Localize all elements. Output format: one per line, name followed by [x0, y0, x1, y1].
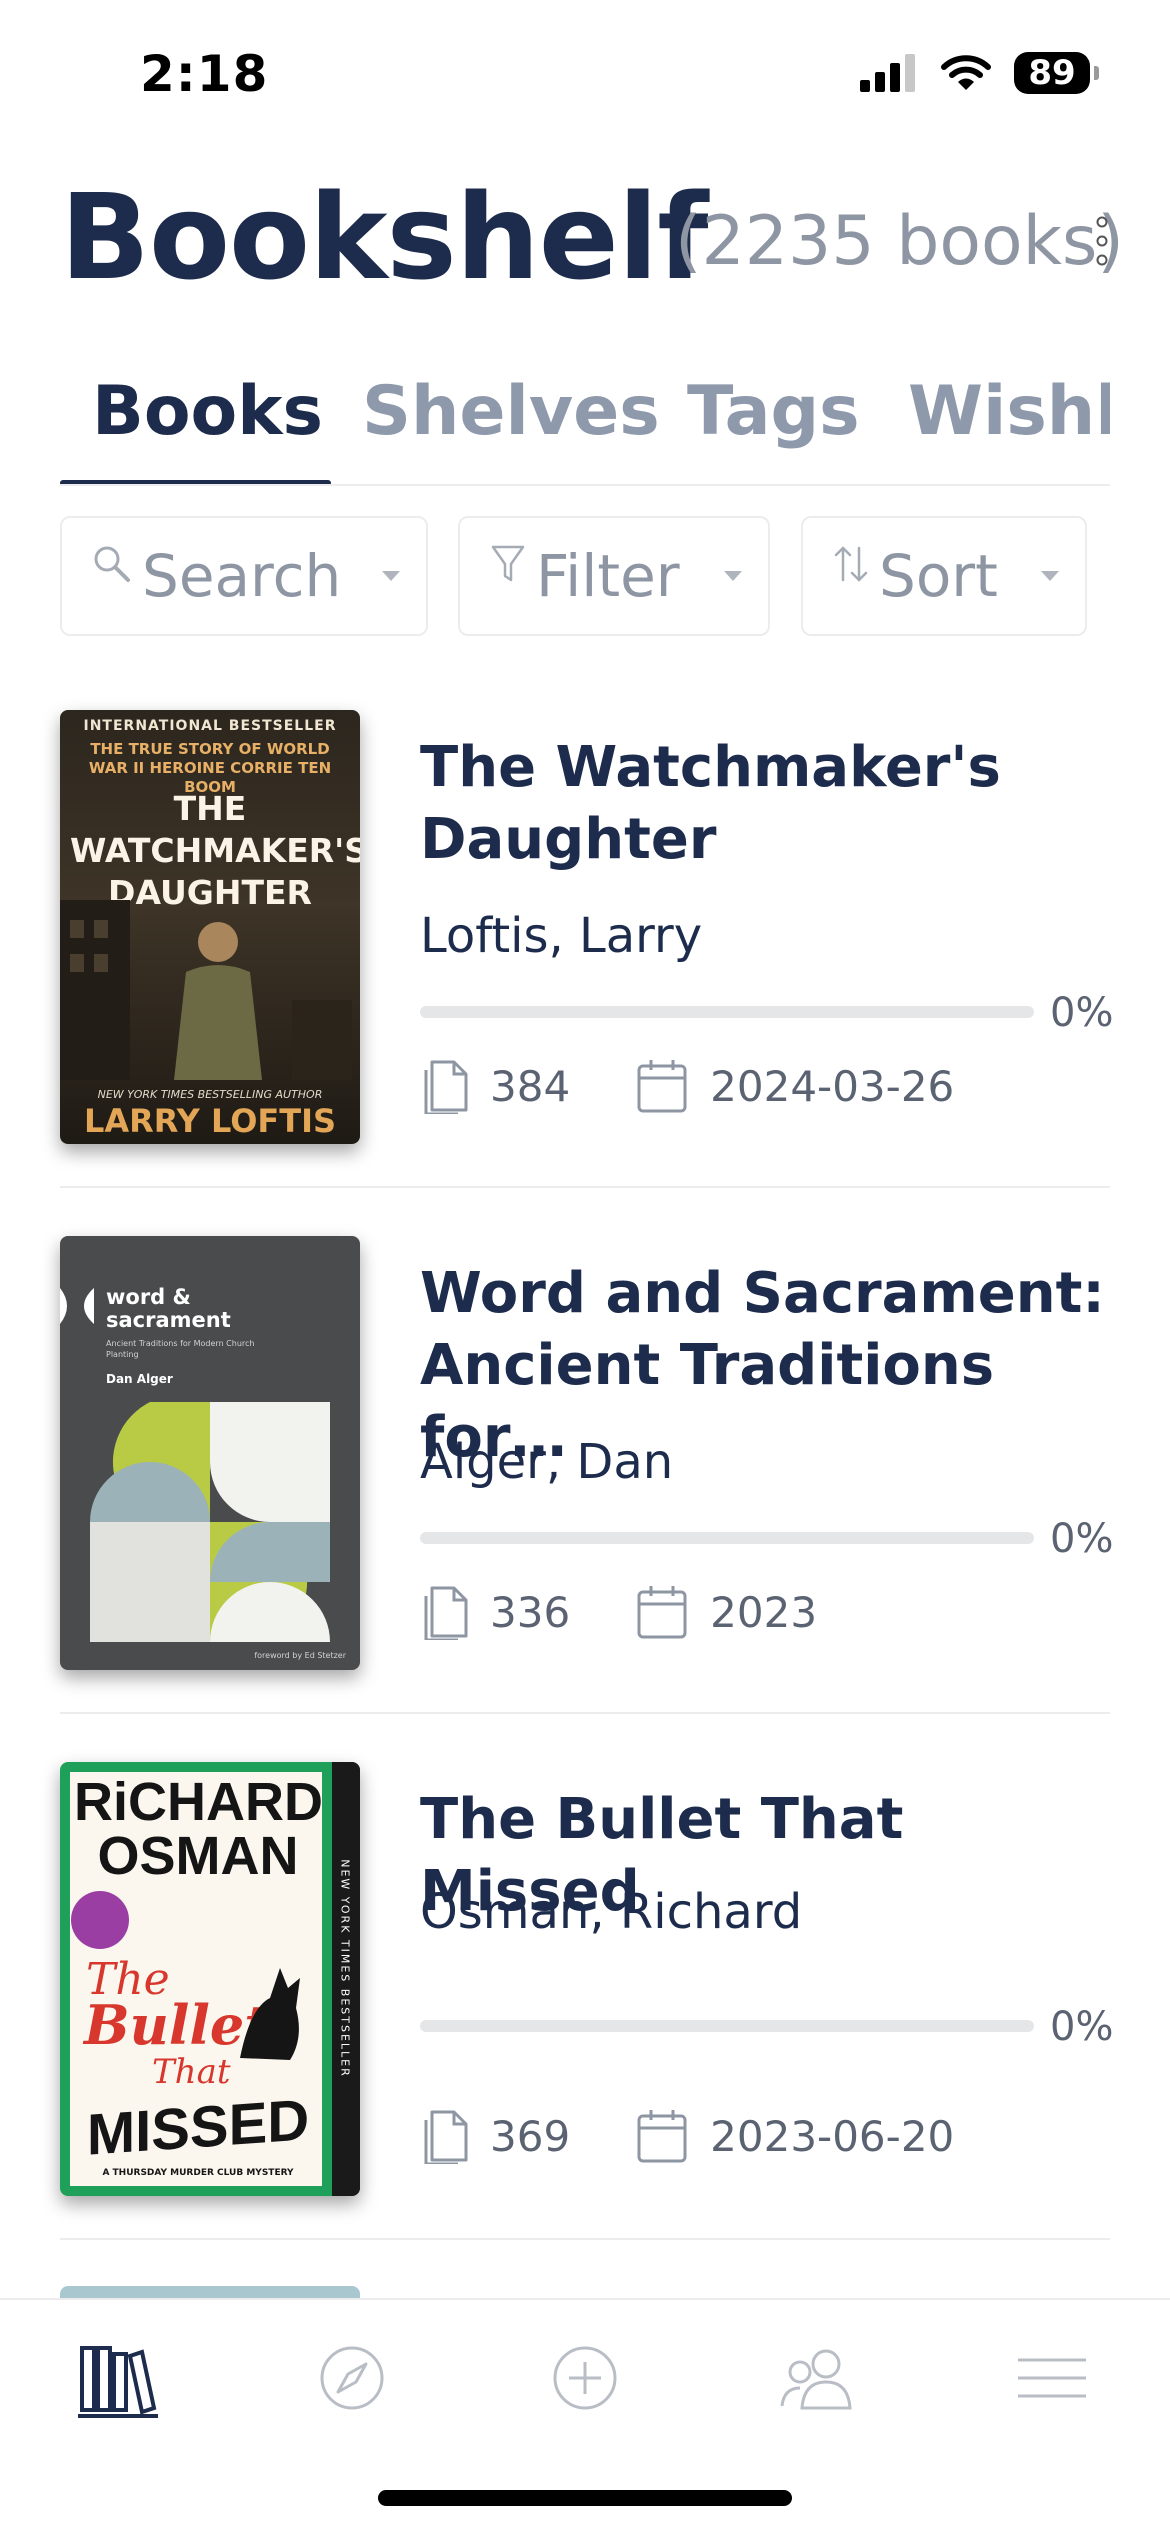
filter-icon: [491, 545, 525, 582]
cover-title-line3: That: [152, 2052, 231, 2092]
cover-illustration: [60, 900, 352, 1080]
status-time: 2:18: [140, 45, 269, 103]
cellular-signal-icon: [860, 54, 915, 92]
sort-label: Sort: [879, 542, 998, 610]
cover-top-line: INTERNATIONAL BESTSELLER: [83, 718, 337, 734]
search-icon: [94, 546, 130, 582]
cover-logo: [60, 1288, 94, 1324]
progress-bar: [420, 1006, 1034, 1018]
page-count: 384: [490, 1061, 571, 1111]
cover-series: A THURSDAY MURDER CLUB MYSTERY: [102, 2168, 294, 2178]
cover-author: LARRY LOFTIS: [83, 1102, 337, 1140]
menu-icon[interactable]: [1010, 2336, 1094, 2420]
status-icons: 89: [860, 52, 1099, 94]
cover-foreword: foreword by Ed Stetzer: [254, 1651, 346, 1660]
more-vertical-icon[interactable]: [1096, 216, 1108, 266]
book-cover[interactable]: NEW YORK TIMES BESTSELLER RiCHARD OSMAN …: [60, 1762, 360, 2196]
page-count: 336: [490, 1587, 571, 1637]
active-tab-indicator: [60, 480, 331, 484]
compass-icon[interactable]: [310, 2336, 394, 2420]
cover-title: word & sacrament: [106, 1285, 231, 1332]
book-author: Loftis, Larry: [420, 908, 703, 964]
cover-badge: [71, 1891, 129, 1949]
cover-fox-illustration: [240, 1968, 300, 2060]
cover-author-line2: OSMAN: [97, 1826, 299, 1886]
sort-icon: [834, 546, 868, 582]
cover-author-line1: RiCHARD: [74, 1772, 323, 1832]
list-item[interactable]: word & sacrament Ancient Traditions for …: [60, 1186, 1114, 1714]
filter-button[interactable]: Filter: [458, 516, 770, 636]
book-date: 2024-03-26: [710, 1061, 955, 1111]
book-date: 2023: [710, 1587, 818, 1637]
calendar-icon: [637, 1060, 687, 1113]
tab-shelves[interactable]: Shelves: [362, 372, 660, 451]
chevron-down-icon: [724, 571, 742, 581]
battery-indicator: 89: [1014, 52, 1099, 94]
book-title[interactable]: The Watchmaker's Daughter: [420, 732, 1120, 876]
cover-pattern: [90, 1402, 330, 1642]
page-title: Bookshelf: [60, 168, 709, 306]
book-meta: 369 2023-06-20: [420, 2108, 954, 2164]
book-count: (2235 books): [675, 202, 1124, 281]
filter-label: Filter: [536, 542, 680, 610]
search-button[interactable]: Search: [60, 516, 428, 636]
chevron-down-icon: [1041, 571, 1059, 581]
search-label: Search: [142, 542, 342, 610]
list-item[interactable]: NEW YORK TIMES BESTSELLER RiCHARD OSMAN …: [60, 1712, 1114, 2240]
wifi-icon: [941, 55, 991, 90]
tab-books[interactable]: Books: [92, 372, 323, 451]
book-meta: 336 2023: [420, 1584, 817, 1640]
cover-subtitle: Ancient Traditions for Modern Church Pla…: [106, 1339, 255, 1359]
add-circle-icon[interactable]: [543, 2336, 627, 2420]
book-meta: 384 2024-03-26: [420, 1058, 954, 1114]
progress-label: 0%: [1050, 1516, 1114, 1562]
calendar-icon: [637, 2110, 687, 2163]
calendar-icon: [637, 1586, 687, 1639]
home-indicator: [378, 2490, 792, 2506]
tab-tags[interactable]: Tags: [687, 372, 860, 451]
book-author: Osman, Richard: [420, 1884, 803, 1940]
book-date: 2023-06-20: [710, 2111, 955, 2161]
page-count-icon: [424, 2110, 468, 2164]
book-cover[interactable]: word & sacrament Ancient Traditions for …: [60, 1236, 360, 1670]
library-icon[interactable]: [76, 2336, 160, 2420]
cover-spine: NEW YORK TIMES BESTSELLER: [338, 1859, 352, 2078]
page-count: 369: [490, 2111, 571, 2161]
progress-label: 0%: [1050, 2004, 1114, 2050]
progress-bar: [420, 2020, 1034, 2032]
sort-button[interactable]: Sort: [801, 516, 1087, 636]
list-item[interactable]: INTERNATIONAL BESTSELLER THE TRUE STORY …: [60, 660, 1114, 1188]
cover-tagline: NEW YORK TIMES BESTSELLING AUTHOR: [97, 1088, 323, 1101]
chevron-down-icon: [382, 571, 400, 581]
friends-icon[interactable]: [776, 2336, 860, 2420]
cover-author: Dan Alger: [106, 1372, 173, 1386]
tab-strip: Books Shelves Tags Wishli: [60, 372, 1110, 486]
book-cover[interactable]: INTERNATIONAL BESTSELLER THE TRUE STORY …: [60, 710, 360, 1144]
tab-wishlist[interactable]: Wishli: [908, 372, 1110, 451]
book-author: Alger, Dan: [420, 1434, 674, 1490]
page-count-icon: [424, 1060, 468, 1114]
progress-label: 0%: [1050, 990, 1114, 1036]
progress-bar: [420, 1532, 1034, 1544]
page-count-icon: [424, 1586, 468, 1640]
